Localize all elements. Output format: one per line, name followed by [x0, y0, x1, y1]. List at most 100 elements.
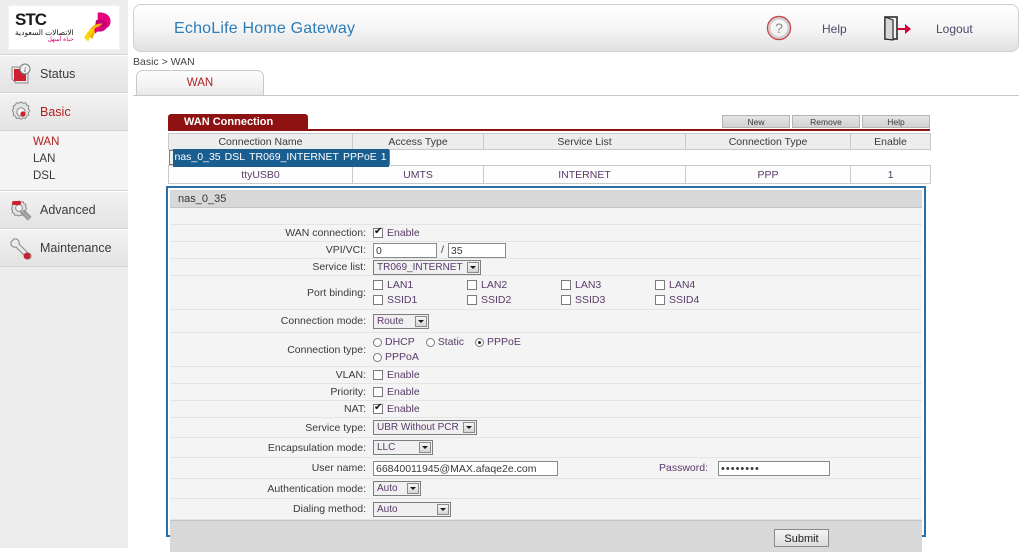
- exit-door-arrow-icon[interactable]: [882, 13, 912, 43]
- row-service-list: Service list: TR069_INTERNET: [170, 259, 922, 276]
- gear-tools-icon: [10, 200, 32, 221]
- radio-dhcp[interactable]: DHCP: [373, 336, 415, 348]
- submit-button[interactable]: Submit: [774, 528, 829, 547]
- cell-connection-name: nas_0_35: [172, 148, 223, 167]
- radio-pppoa[interactable]: PPPoA: [373, 351, 419, 363]
- column-connection-type: Connection Type: [685, 133, 851, 150]
- checkbox-ssid4[interactable]: SSID4: [655, 294, 749, 306]
- checkbox-ssid1[interactable]: SSID1: [373, 294, 467, 306]
- chevron-down-icon: [419, 442, 431, 453]
- checkbox-icon: [561, 295, 571, 305]
- table-row[interactable]: nas_0_35 DSL TR069_INTERNET PPPoE 1: [168, 148, 390, 167]
- form-spacer-row: [170, 208, 922, 225]
- cell-connection-type: PPPoE: [340, 148, 379, 167]
- label-ssid4: SSID4: [669, 294, 700, 306]
- checkbox-icon: [467, 280, 477, 290]
- radio-pppoe[interactable]: PPPoE: [475, 336, 521, 348]
- help-link[interactable]: Help: [822, 16, 847, 42]
- port-binding-row-lan: LAN1 LAN2 LAN3 LAN4: [373, 279, 749, 291]
- service-list-select[interactable]: TR069_INTERNET: [373, 259, 481, 275]
- stc-swoosh-icon: [84, 11, 111, 41]
- sidebar-label-maintenance: Maintenance: [40, 241, 112, 255]
- cell-service-list: INTERNET: [483, 165, 686, 184]
- checkbox-lan3[interactable]: LAN3: [561, 279, 655, 291]
- wan-connection-enable-checkbox[interactable]: Enable: [373, 226, 420, 239]
- dialing-method-select[interactable]: Auto: [373, 501, 451, 517]
- sidebar-item-lan[interactable]: LAN: [0, 151, 128, 168]
- checkbox-icon: [373, 387, 383, 397]
- sidebar-item-dsl[interactable]: DSL: [0, 168, 128, 185]
- chevron-down-icon: [437, 503, 449, 515]
- checkbox-icon: [373, 402, 383, 414]
- label-user-name: User name:: [311, 462, 366, 474]
- label-ssid1: SSID1: [387, 294, 418, 306]
- connection-mode-select[interactable]: Route: [373, 313, 429, 329]
- label-password: Password:: [659, 462, 709, 474]
- cell-access-type: UMTS: [352, 165, 484, 184]
- checkbox-icon: [467, 295, 477, 305]
- table-row[interactable]: ttyUSB0 UMTS INTERNET PPP 1: [168, 165, 931, 184]
- sidebar-item-maintenance[interactable]: Maintenance: [0, 229, 128, 267]
- radio-static[interactable]: Static: [425, 336, 464, 348]
- user-name-input[interactable]: 66840011945@MAX.afaqe2e.com: [373, 460, 558, 476]
- wan-settings-form: nas_0_35 WAN connection: Enable VPI/VCI:…: [166, 186, 926, 552]
- wan-panel-buttons: New Remove Help: [722, 115, 930, 128]
- sidebar-item-status[interactable]: i Status: [0, 55, 128, 93]
- cell-connection-type: PPP: [685, 165, 851, 184]
- checkbox-icon: [373, 370, 383, 380]
- app-header: EchoLife Home Gateway ? Help Logout: [133, 4, 1019, 52]
- service-type-select[interactable]: UBR Without PCR: [373, 420, 477, 435]
- row-credentials: User name: 66840011945@MAX.afaqe2e.com P…: [170, 458, 922, 479]
- question-mark-circle-icon[interactable]: ?: [766, 15, 792, 41]
- logo-arabic-tagline: حياة أسهل: [47, 37, 74, 44]
- checkbox-lan4[interactable]: LAN4: [655, 279, 749, 291]
- vci-input[interactable]: 35: [447, 242, 506, 258]
- logo-box: STC الاتصالات السعودية حياة أسهل: [8, 4, 120, 50]
- new-button[interactable]: New: [722, 115, 790, 128]
- vpi-input[interactable]: 0: [373, 242, 437, 258]
- sidebar-item-basic[interactable]: Basic: [0, 93, 128, 131]
- tab-wan[interactable]: WAN: [136, 70, 264, 95]
- label-pppoe: PPPoE: [487, 336, 521, 348]
- authentication-mode-select[interactable]: Auto: [373, 481, 421, 496]
- wan-panel-rule: [168, 129, 930, 131]
- radio-icon: [373, 352, 382, 362]
- sidebar-item-advanced[interactable]: Advanced: [0, 191, 128, 229]
- table-header-row: Connection Name Access Type Service List…: [168, 133, 931, 150]
- label-ssid2: SSID2: [481, 294, 512, 306]
- row-service-type: Service type: UBR Without PCR: [170, 418, 922, 438]
- wan-connection-table: Connection Name Access Type Service List…: [168, 133, 931, 184]
- wan-connection-panel: WAN Connection New Remove Help Connectio…: [168, 114, 931, 184]
- label-dialing-method: Dialing method:: [293, 503, 366, 515]
- sidebar-label-basic: Basic: [40, 105, 71, 119]
- service-type-value: UBR Without PCR: [377, 422, 459, 433]
- vlan-enable-checkbox[interactable]: Enable: [373, 369, 420, 381]
- checkbox-lan2[interactable]: LAN2: [467, 279, 561, 291]
- checkbox-icon: [655, 280, 665, 290]
- nat-enable-checkbox[interactable]: Enable: [373, 402, 420, 415]
- cell-enable: 1: [378, 148, 389, 167]
- label-lan1: LAN1: [387, 279, 414, 291]
- checkbox-icon: [373, 226, 383, 238]
- checkbox-ssid2[interactable]: SSID2: [467, 294, 561, 306]
- label-connection-mode: Connection mode:: [280, 315, 366, 327]
- label-vlan: VLAN:: [335, 369, 366, 381]
- checkbox-lan1[interactable]: LAN1: [373, 279, 467, 291]
- radio-icon: [373, 337, 382, 347]
- checkbox-ssid3[interactable]: SSID3: [561, 294, 655, 306]
- sidebar-subitems-basic: WAN LAN DSL: [0, 131, 128, 191]
- checkbox-icon: [655, 295, 665, 305]
- chevron-down-icon: [407, 483, 419, 494]
- help-button[interactable]: Help: [862, 115, 930, 128]
- remove-button[interactable]: Remove: [792, 115, 860, 128]
- cell-service-list: TR069_INTERNET: [247, 148, 341, 167]
- label-encapsulation-mode: Encapsulation mode:: [267, 441, 366, 454]
- label-lan2: LAN2: [481, 279, 508, 291]
- sidebar-item-wan[interactable]: WAN: [0, 134, 128, 151]
- checkbox-icon: [373, 295, 383, 305]
- priority-enable-checkbox[interactable]: Enable: [373, 386, 420, 398]
- label-authentication-mode: Authentication mode:: [267, 482, 366, 495]
- encapsulation-mode-select[interactable]: LLC: [373, 440, 433, 455]
- logout-link[interactable]: Logout: [936, 16, 973, 42]
- password-input[interactable]: ••••••••: [718, 460, 831, 476]
